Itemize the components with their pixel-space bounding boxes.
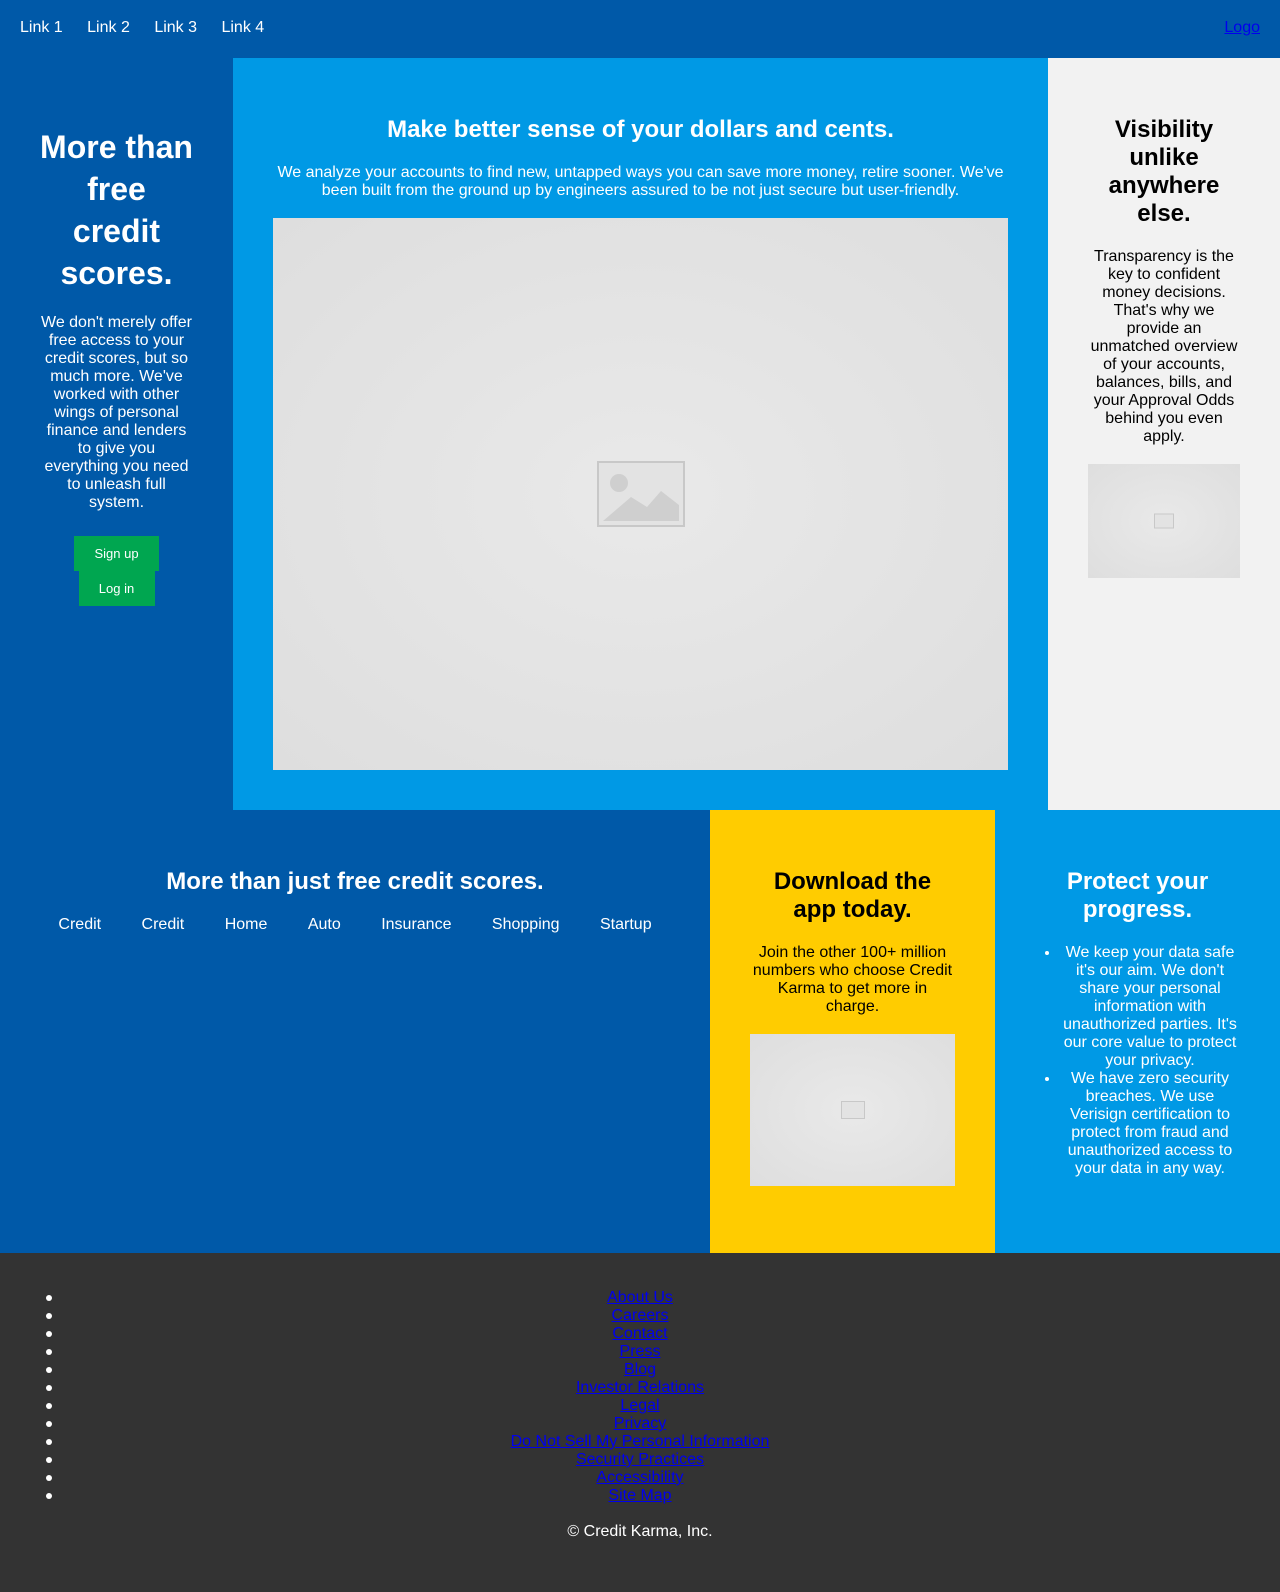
app-title: Download the app today. <box>773 868 932 923</box>
nav-link-4[interactable]: Link 4 <box>221 19 264 36</box>
footer-item: Site Map <box>40 1487 1240 1505</box>
image-placeholder-icon <box>1154 513 1174 529</box>
footer-link-accessibility[interactable]: Accessibility <box>596 1469 683 1486</box>
footer-link-about-us[interactable]: About Us <box>607 1289 673 1306</box>
signup-button[interactable]: Sign up <box>74 536 159 571</box>
nav-link-1[interactable]: Link 1 <box>20 19 63 36</box>
footer-link-legal[interactable]: Legal <box>620 1397 659 1414</box>
hero-body: We don't merely offer free access to you… <box>41 314 192 511</box>
protect-point-1: We keep your data safe it's our aim. We … <box>1060 944 1240 1070</box>
footer-link-security-practices[interactable]: Security Practices <box>576 1451 704 1468</box>
copyright-text: © Credit Karma, Inc. <box>567 1523 713 1540</box>
footer-item: Careers <box>40 1307 1240 1325</box>
image-placeholder-icon <box>596 461 685 527</box>
more-section: More than just free credit scores. Credi… <box>0 810 710 1253</box>
dollars-title: Make better sense of your dollars and ce… <box>387 116 894 143</box>
footer-link-careers[interactable]: Careers <box>612 1307 669 1324</box>
category-shopping[interactable]: Shopping <box>492 916 560 933</box>
protect-title: Protect your progress. <box>1066 868 1209 923</box>
logo-link[interactable]: Logo <box>1224 19 1260 37</box>
footer-link-site-map[interactable]: Site Map <box>608 1487 671 1504</box>
footer-link-blog[interactable]: Blog <box>624 1361 656 1378</box>
hero-title: More than free credit scores. <box>40 129 193 291</box>
nav-link-3[interactable]: Link 3 <box>154 19 197 36</box>
login-button[interactable]: Log in <box>78 571 155 606</box>
nav-links: Link 1 Link 2 Link 3 Link 4 <box>20 19 284 37</box>
category-links: Credit Credit Home Auto Insurance Shoppi… <box>40 916 670 934</box>
visibility-title: Visibility unlike anywhere else. <box>1108 116 1220 227</box>
protect-section: Protect your progress. We keep your data… <box>995 810 1280 1253</box>
footer-item: Do Not Sell My Personal Information <box>40 1433 1240 1451</box>
footer-link-do-not-sell[interactable]: Do Not Sell My Personal Information <box>511 1433 770 1450</box>
footer: About Us Careers Contact Press Blog Inve… <box>0 1253 1280 1592</box>
footer-item: Security Practices <box>40 1451 1240 1469</box>
app-image <box>750 1034 955 1186</box>
footer-item: Accessibility <box>40 1469 1240 1487</box>
category-credit-2[interactable]: Credit <box>142 916 185 933</box>
top-nav: Link 1 Link 2 Link 3 Link 4 Logo <box>0 0 1280 58</box>
footer-link-investor-relations[interactable]: Investor Relations <box>576 1379 704 1396</box>
footer-link-press[interactable]: Press <box>620 1343 661 1360</box>
footer-link-privacy[interactable]: Privacy <box>614 1415 666 1432</box>
visibility-section: Visibility unlike anywhere else. Transpa… <box>1048 58 1280 810</box>
dollars-section: Make better sense of your dollars and ce… <box>233 58 1048 810</box>
footer-item: Blog <box>40 1361 1240 1379</box>
footer-item: Privacy <box>40 1415 1240 1433</box>
visibility-body: Transparency is the key to confident mon… <box>1090 248 1238 445</box>
app-body: Join the other 100+ million numbers who … <box>752 944 953 1015</box>
protect-point-2: We have zero security breaches. We use V… <box>1060 1070 1240 1178</box>
dollars-body: We analyze your accounts to find new, un… <box>277 164 1004 199</box>
category-auto[interactable]: Auto <box>308 916 341 933</box>
footer-item: Legal <box>40 1397 1240 1415</box>
footer-item: Contact <box>40 1325 1240 1343</box>
protect-list: We keep your data safe it's our aim. We … <box>1035 944 1240 1178</box>
category-insurance[interactable]: Insurance <box>381 916 451 933</box>
app-section: Download the app today. Join the other 1… <box>710 810 995 1253</box>
footer-links: About Us Careers Contact Press Blog Inve… <box>40 1289 1240 1505</box>
footer-item: Investor Relations <box>40 1379 1240 1397</box>
category-home[interactable]: Home <box>225 916 268 933</box>
category-startup[interactable]: Startup <box>600 916 652 933</box>
dollars-image <box>273 218 1008 770</box>
image-placeholder-icon <box>840 1101 865 1119</box>
footer-item: Press <box>40 1343 1240 1361</box>
visibility-image <box>1088 464 1240 578</box>
category-credit[interactable]: Credit <box>58 916 101 933</box>
footer-link-contact[interactable]: Contact <box>612 1325 667 1342</box>
footer-item: About Us <box>40 1289 1240 1307</box>
more-title: More than just free credit scores. <box>166 868 544 895</box>
nav-link-2[interactable]: Link 2 <box>87 19 130 36</box>
hero-section: More than free credit scores. We don't m… <box>0 58 233 810</box>
